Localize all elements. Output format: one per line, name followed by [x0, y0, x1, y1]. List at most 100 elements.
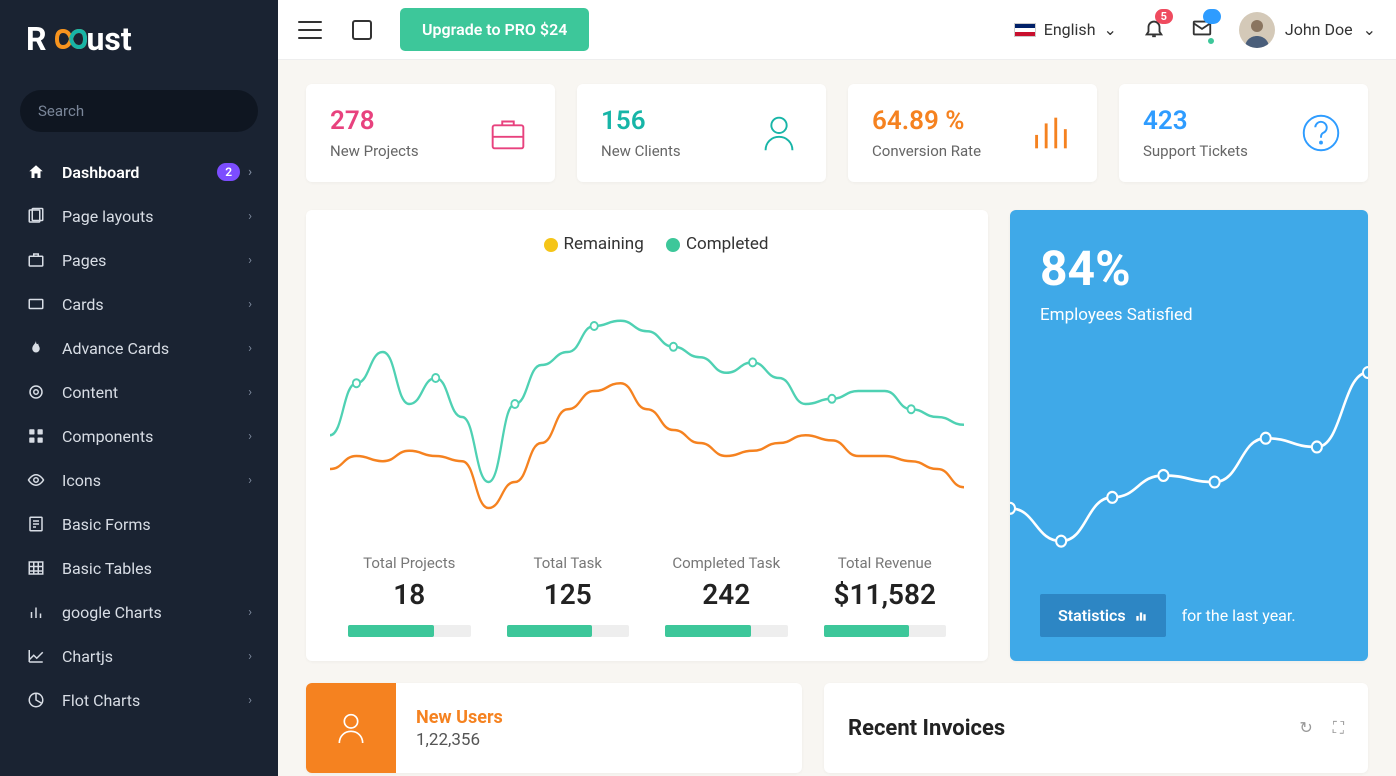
bar-chart-icon	[1134, 609, 1148, 623]
sidebar-item-cards[interactable]: Cards ›	[0, 282, 278, 326]
language-label: English	[1044, 20, 1096, 39]
chart-stats: Total Projects18 Total Task125 Completed…	[330, 554, 964, 637]
layout-icon	[26, 206, 46, 226]
sidebar-item-label: Icons	[62, 471, 248, 490]
logo[interactable]: R ust	[0, 20, 278, 78]
language-selector[interactable]: English ⌄	[1014, 20, 1117, 39]
chevron-right-icon: ›	[248, 429, 252, 444]
sidebar-item-label: Pages	[62, 251, 248, 270]
cstat-revenue: Total Revenue$11,582	[806, 554, 965, 637]
sidebar-item-flot-charts[interactable]: Flot Charts ›	[0, 678, 278, 722]
cstat-completed: Completed Task242	[647, 554, 806, 637]
briefcase-icon	[26, 250, 46, 270]
dashboard-badge: 2	[217, 163, 240, 181]
sidebar-item-label: Basic Forms	[62, 515, 252, 534]
legend-remaining: Remaining	[564, 234, 644, 254]
sidebar-item-icons[interactable]: Icons ›	[0, 458, 278, 502]
form-icon	[26, 514, 46, 534]
chevron-right-icon: ›	[248, 297, 252, 312]
chevron-right-icon: ›	[248, 341, 252, 356]
stat-value: 64.89 %	[872, 106, 981, 136]
sidebar-item-label: Flot Charts	[62, 691, 248, 710]
sidebar-item-dashboard[interactable]: Dashboard 2 ›	[0, 150, 278, 194]
home-icon	[26, 162, 46, 182]
infinity-icon	[47, 25, 87, 53]
cstat-task: Total Task125	[489, 554, 648, 637]
user-menu[interactable]: John Doe ⌄	[1239, 12, 1376, 48]
chevron-down-icon: ⌄	[1363, 20, 1376, 39]
notif-badge: 5	[1155, 9, 1173, 24]
card-icon	[26, 294, 46, 314]
topbar: Upgrade to PRO $24 English ⌄ 5 8 John Do…	[278, 0, 1396, 60]
user-icon	[756, 110, 802, 156]
search-input[interactable]: Search	[20, 90, 258, 132]
expand-icon[interactable]: ⛶	[1333, 718, 1344, 738]
online-dot	[1207, 37, 1215, 45]
chevron-right-icon: ›	[248, 165, 252, 180]
stat-value: 156	[601, 106, 681, 136]
line-chart-icon	[26, 646, 46, 666]
satisfaction-label: Employees Satisfied	[1040, 305, 1338, 325]
sidebar-item-chartjs[interactable]: Chartjs ›	[0, 634, 278, 678]
satisfaction-pct: 84%	[1040, 240, 1338, 297]
chevron-right-icon: ›	[248, 253, 252, 268]
sidebar-item-basic-forms[interactable]: Basic Forms	[0, 502, 278, 546]
chevron-right-icon: ›	[248, 209, 252, 224]
bottom-row: New Users 1,22,356 Recent Invoices ↻ ⛶	[306, 683, 1368, 773]
sidebar-item-content[interactable]: Content ›	[0, 370, 278, 414]
stat-support[interactable]: 423Support Tickets	[1119, 84, 1368, 182]
sidebar-item-label: Page layouts	[62, 207, 248, 226]
sidebar-item-google-charts[interactable]: google Charts ›	[0, 590, 278, 634]
stat-value: 278	[330, 106, 419, 136]
sidebar-item-label: Advance Cards	[62, 339, 248, 358]
sidebar-item-basic-tables[interactable]: Basic Tables	[0, 546, 278, 590]
stat-conversion[interactable]: 64.89 % Conversion Rate	[848, 84, 1097, 182]
stats-row: 278 New Projects 156New Clients 64.89 % Co…	[306, 84, 1368, 182]
sidebar-item-advance-cards[interactable]: Advance Cards ›	[0, 326, 278, 370]
stat-label: New Projects	[330, 142, 419, 160]
stat-new-clients[interactable]: 156New Clients	[577, 84, 826, 182]
main-chart-card: Remaining Completed Total Projects18 Tot…	[306, 210, 988, 661]
sidebar-item-label: Chartjs	[62, 647, 248, 666]
grid-icon	[26, 426, 46, 446]
upgrade-button[interactable]: Upgrade to PRO $24	[400, 8, 589, 51]
help-icon	[1298, 110, 1344, 156]
fire-icon	[26, 338, 46, 358]
sidebar-item-label: Basic Tables	[62, 559, 252, 578]
sidebar-item-components[interactable]: Components ›	[0, 414, 278, 458]
side-footer-text: for the last year.	[1182, 606, 1296, 625]
refresh-icon[interactable]: ↻	[1299, 718, 1312, 738]
stat-label: Support Tickets	[1143, 142, 1248, 160]
stat-new-projects[interactable]: 278 New Projects	[306, 84, 555, 182]
legend-dot-remaining	[544, 238, 558, 252]
user-name: John Doe	[1285, 20, 1353, 39]
menu-toggle[interactable]	[298, 21, 322, 39]
briefcase-icon	[485, 110, 531, 156]
legend-completed: Completed	[686, 234, 769, 254]
pie-chart-icon	[26, 690, 46, 710]
sidebar-item-label: Cards	[62, 295, 248, 314]
stat-label: Conversion Rate	[872, 142, 981, 160]
sidebar-menu: Dashboard 2 › Page layouts › Pages › Car…	[0, 150, 278, 722]
messages[interactable]: 8	[1191, 17, 1213, 43]
sidebar-item-page-layouts[interactable]: Page layouts ›	[0, 194, 278, 238]
legend-dot-completed	[666, 238, 680, 252]
sidebar-item-label: Components	[62, 427, 248, 446]
sidebar: R ust Search Dashboard 2 › Page layouts …	[0, 0, 278, 776]
chevron-right-icon: ›	[248, 385, 252, 400]
eye-icon	[26, 470, 46, 490]
notifications[interactable]: 5	[1143, 17, 1165, 43]
msg-badge: 8	[1203, 9, 1221, 24]
line-chart	[330, 274, 964, 534]
chevron-right-icon: ›	[248, 693, 252, 708]
chart-legend: Remaining Completed	[330, 234, 964, 254]
bar-chart-icon	[26, 602, 46, 622]
target-icon	[26, 382, 46, 402]
fullscreen-icon[interactable]	[352, 20, 372, 40]
avatar	[1239, 12, 1275, 48]
chevron-down-icon: ⌄	[1104, 20, 1117, 39]
statistics-button[interactable]: Statistics	[1040, 594, 1166, 637]
new-users-card[interactable]: New Users 1,22,356	[306, 683, 802, 773]
sidebar-item-pages[interactable]: Pages ›	[0, 238, 278, 282]
main-row: Remaining Completed Total Projects18 Tot…	[306, 210, 1368, 661]
